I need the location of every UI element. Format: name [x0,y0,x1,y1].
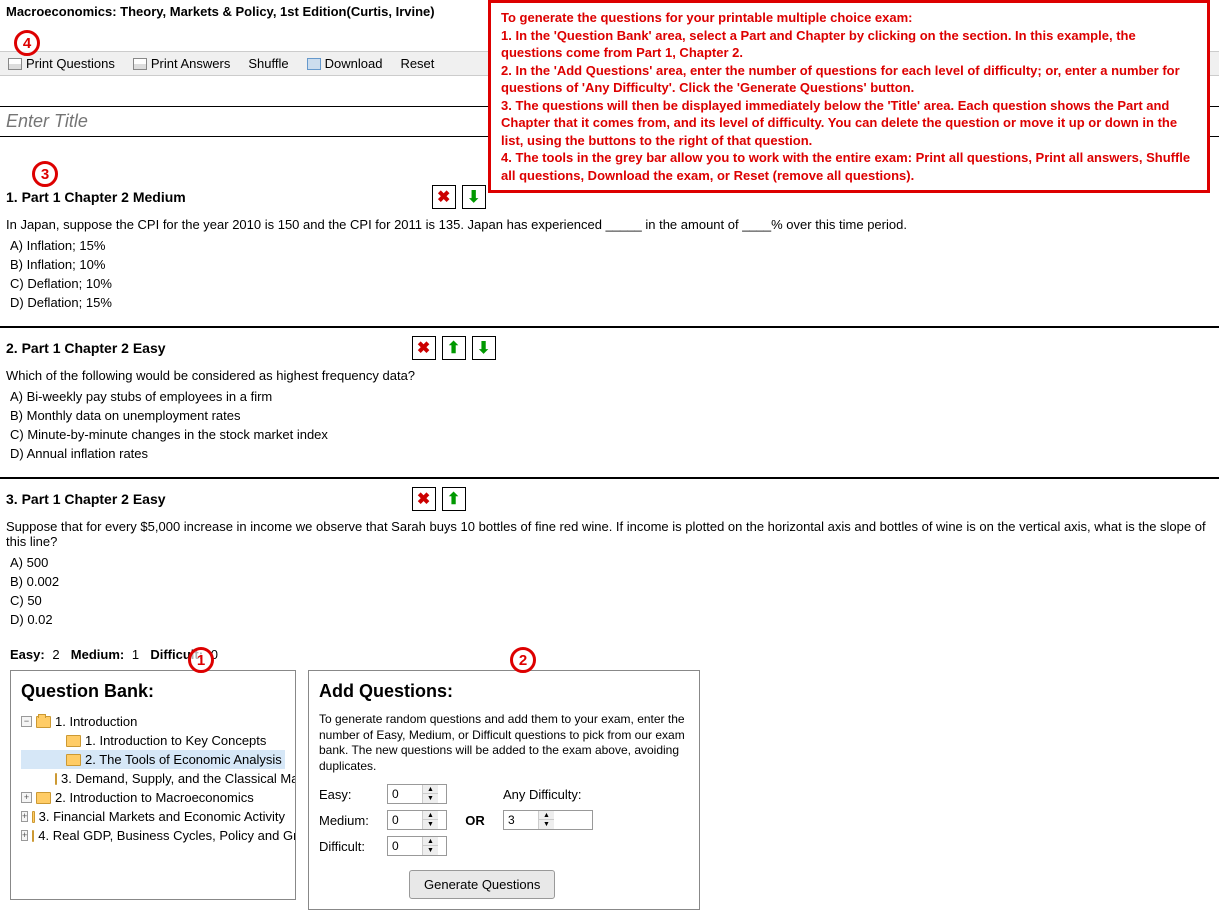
tree-item[interactable]: +3. Financial Markets and Economic Activ… [21,807,285,826]
tree-item-label: 1. Introduction [55,714,137,729]
add-questions-panel: Add Questions: To generate random questi… [308,670,700,910]
medium-label: Medium: [319,813,379,828]
any-input[interactable] [504,811,538,829]
download-button[interactable]: Download [307,56,383,71]
print-questions-button[interactable]: Print Questions [8,56,115,71]
tree-item-label: 3. Financial Markets and Economic Activi… [39,809,285,824]
easy-input[interactable] [388,785,422,803]
answer-option: A) 500 [10,553,1213,572]
medium-input[interactable] [388,811,422,829]
question-header: 1. Part 1 Chapter 2 Medium [6,189,186,205]
tree-item[interactable]: 2. The Tools of Economic Analysis [21,750,285,769]
difficult-label: Difficult: [319,839,379,854]
folder-icon [36,716,51,728]
question-answers: A) Bi-weekly pay stubs of employees in a… [0,387,1219,463]
print-answers-button[interactable]: Print Answers [133,56,230,71]
medium-spinner[interactable]: ▲▼ [422,811,438,829]
print-icon [8,58,22,70]
question-header: 3. Part 1 Chapter 2 Easy [6,491,166,507]
instruction-overlay: To generate the questions for your print… [488,0,1210,193]
question-bank-panel: Question Bank: − 1. Introduction 1. Introd… [10,670,296,900]
answer-option: B) 0.002 [10,572,1213,591]
delete-question-button[interactable]: ✖ [432,185,456,209]
shuffle-label: Shuffle [248,56,288,71]
tree-item-label: 4. Real GDP, Business Cycles, Policy and… [38,828,296,843]
difficulty-summary: Easy: 2 Medium: 1 Difficult: 0 [0,639,1219,670]
question-bank-tree: − 1. Introduction 1. Introduction to Key C… [21,712,285,845]
tree-item-label: 2. The Tools of Economic Analysis [85,752,282,767]
marker-2: 2 [510,647,536,673]
question-text: Suppose that for every $5,000 increase i… [0,513,1219,553]
add-questions-title: Add Questions: [319,681,689,702]
print-questions-label: Print Questions [26,56,115,71]
answer-option: B) Monthly data on unemployment rates [10,406,1213,425]
answer-option: A) Bi-weekly pay stubs of employees in a… [10,387,1213,406]
reset-button[interactable]: Reset [400,56,434,71]
folder-icon [32,830,34,842]
folder-icon [55,773,57,785]
expand-icon[interactable]: + [21,792,32,803]
answer-option: A) Inflation; 15% [10,236,1213,255]
question-answers: A) 500B) 0.002C) 50D) 0.02 [0,553,1219,629]
download-label: Download [325,56,383,71]
move-up-button[interactable]: ⬆ [442,336,466,360]
marker-4: 4 [14,30,40,56]
answer-option: D) 0.02 [10,610,1213,629]
question-block: 2. Part 1 Chapter 2 Easy ✖⬆⬇Which of the … [0,326,1219,473]
tree-item-label: 1. Introduction to Key Concepts [85,733,266,748]
print-answers-label: Print Answers [151,56,230,71]
print-icon [133,58,147,70]
download-icon [307,58,321,70]
tree-item-label: 3. Demand, Supply, and the Classical Ma [61,771,296,786]
marker-1: 1 [188,647,214,673]
difficult-input[interactable] [388,837,422,855]
tree-item[interactable]: +4. Real GDP, Business Cycles, Policy an… [21,826,285,845]
answer-option: B) Inflation; 10% [10,255,1213,274]
exam-title-input[interactable] [6,111,446,132]
question-text: Which of the following would be consider… [0,362,1219,387]
move-up-button[interactable]: ⬆ [442,487,466,511]
expand-icon[interactable]: + [21,811,28,822]
easy-spinner[interactable]: ▲▼ [422,785,438,803]
folder-icon [66,754,81,766]
shuffle-button[interactable]: Shuffle [248,56,288,71]
any-difficulty-label: Any Difficulty: [503,787,593,802]
question-header: 2. Part 1 Chapter 2 Easy [6,340,166,356]
marker-3: 3 [32,161,58,187]
answer-option: C) Minute-by-minute changes in the stock… [10,425,1213,444]
folder-icon [66,735,81,747]
difficult-spinner[interactable]: ▲▼ [422,837,438,855]
easy-label: Easy: [319,787,379,802]
tree-item-label: 2. Introduction to Macroeconomics [55,790,254,805]
question-text: In Japan, suppose the CPI for the year 2… [0,211,1219,236]
answer-option: C) 50 [10,591,1213,610]
tree-item[interactable]: − 1. Introduction [21,712,285,731]
question-bank-title: Question Bank: [21,681,285,702]
delete-question-button[interactable]: ✖ [412,336,436,360]
collapse-icon[interactable]: − [21,716,32,727]
any-spinner[interactable]: ▲▼ [538,811,554,829]
add-questions-description: To generate random questions and add the… [319,712,689,774]
tree-item[interactable]: +2. Introduction to Macroeconomics [21,788,285,807]
tree-item[interactable]: 1. Introduction to Key Concepts [21,731,285,750]
question-block: 3. Part 1 Chapter 2 Easy ✖⬆Suppose that f… [0,477,1219,639]
folder-icon [36,792,51,804]
answer-option: C) Deflation; 10% [10,274,1213,293]
question-block: 1. Part 1 Chapter 2 Medium ✖⬇In Japan, su… [0,177,1219,322]
folder-icon [32,811,34,823]
move-down-button[interactable]: ⬇ [462,185,486,209]
move-down-button[interactable]: ⬇ [472,336,496,360]
tree-item[interactable]: 3. Demand, Supply, and the Classical Ma [21,769,285,788]
or-label: OR [455,813,495,828]
expand-icon[interactable]: + [21,830,28,841]
generate-questions-button[interactable]: Generate Questions [409,870,555,899]
delete-question-button[interactable]: ✖ [412,487,436,511]
answer-option: D) Deflation; 15% [10,293,1213,312]
question-answers: A) Inflation; 15%B) Inflation; 10%C) Def… [0,236,1219,312]
answer-option: D) Annual inflation rates [10,444,1213,463]
reset-label: Reset [400,56,434,71]
